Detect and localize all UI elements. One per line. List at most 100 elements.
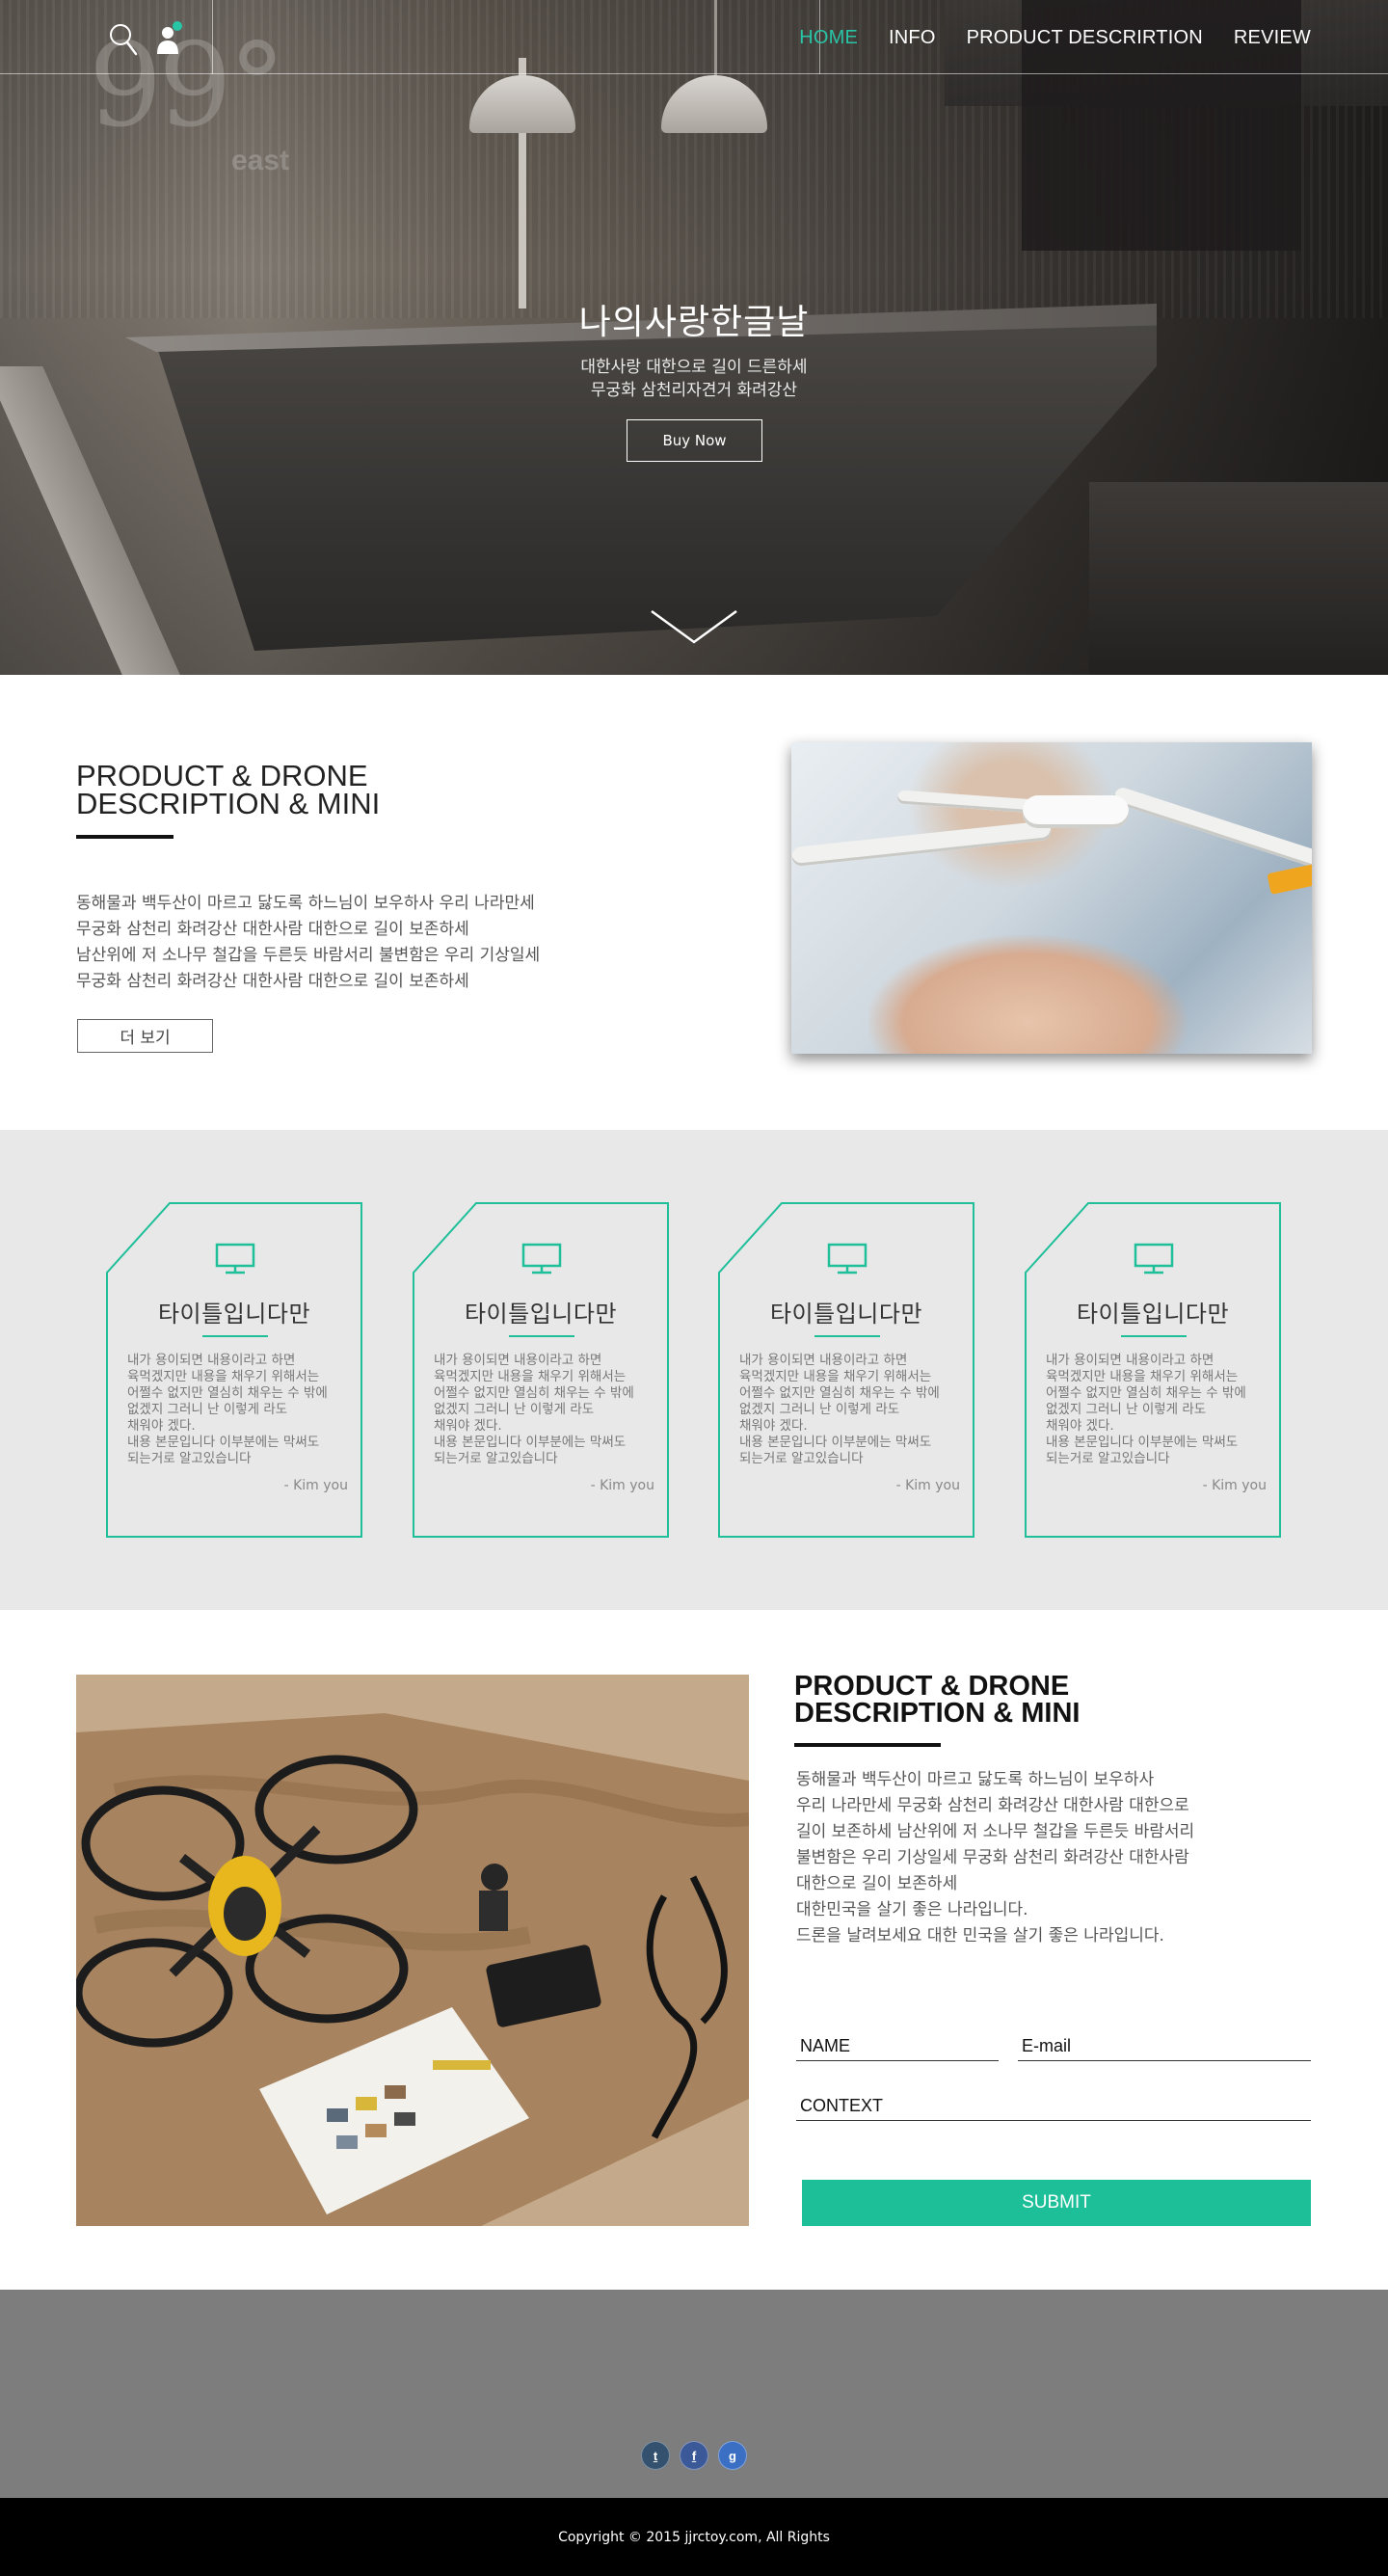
card-body-line: 되는거로 알고있습니다: [739, 1451, 864, 1466]
card-body-line: 되는거로 알고있습니다: [127, 1451, 252, 1466]
feature-card: 타이틀입니다만 내가 용이되면 내용이라고 하면 육먹겠지만 내용을 채우기 위…: [1025, 1202, 1281, 1538]
section2-title-rule: [794, 1743, 941, 1747]
hero-section: 99° east HOME INFO PRODUCT DESCRIRTION R…: [0, 0, 1388, 675]
section2-body-line: 불변함은 우리 기상일세 무궁화 삼천리 화려강산 대한사람: [796, 1848, 1189, 1867]
nav-review-link[interactable]: REVIEW: [1234, 27, 1311, 49]
section1-title: PRODUCT & DRONE DESCRIPTION & MINI: [76, 761, 380, 818]
hero-subtitle: 대한사랑 대한으로 길이 드른하세 무궁화 삼천리자견거 화려강산: [0, 356, 1388, 402]
facebook-icon[interactable]: f: [680, 2441, 708, 2470]
feature-card: 타이틀입니다만 내가 용이되면 내용이라고 하면 육먹겠지만 내용을 채우기 위…: [106, 1202, 362, 1538]
section2-body-line: 동해물과 백두산이 마르고 닳도록 하느님이 보우하사: [796, 1770, 1155, 1789]
monitor-icon: [521, 1243, 562, 1275]
card-body-line: 어쩔수 없지만 열심히 채우는 수 밖에: [434, 1385, 634, 1401]
context-field-label: CONTEXT: [800, 2096, 884, 2115]
section2-body-line: 대한민국을 살기 좋은 나라입니다.: [796, 1900, 1028, 1919]
nav-divider: [212, 0, 213, 74]
monitor-icon: [827, 1243, 868, 1275]
hero-text-block: 나의사랑한글날 대한사랑 대한으로 길이 드른하세 무궁화 삼천리자견거 화려강…: [0, 294, 1388, 402]
section1-body-line: 남산위에 저 소나무 철갑을 두른듯 바람서리 불변함은 우리 기상일세: [76, 946, 541, 965]
card-title-rule: [509, 1335, 574, 1337]
nav-info-link[interactable]: INFO: [889, 27, 936, 49]
card-body-line: 없겠지 그러니 난 이렇게 라도: [1046, 1402, 1207, 1417]
buy-now-button[interactable]: Buy Now: [627, 419, 762, 462]
drone-kit-illustration: [76, 1675, 749, 2226]
top-navigation: HOME INFO PRODUCT DESCRIRTION REVIEW: [0, 0, 1388, 74]
nav-product-description-link[interactable]: PRODUCT DESCRIRTION: [967, 27, 1203, 49]
card-author: - Kim you: [590, 1478, 654, 1493]
hero-subtitle-line: 대한사랑 대한으로 길이 드른하세: [580, 358, 808, 377]
more-button[interactable]: 더 보기: [77, 1019, 213, 1053]
section2-title: PRODUCT & DRONE DESCRIPTION & MINI: [794, 1673, 1081, 1729]
photo-drone-arm: [791, 819, 1053, 868]
section2-title-line: DESCRIPTION & MINI: [794, 1698, 1081, 1729]
tumblr-icon[interactable]: t: [641, 2441, 670, 2470]
nav-menu: HOME INFO PRODUCT DESCRIRTION REVIEW: [799, 27, 1311, 49]
card-body-line: 채워야 겠다.: [434, 1418, 502, 1434]
name-field-label: NAME: [800, 2036, 851, 2055]
photo-drone-arm: [1111, 785, 1312, 872]
card-body-line: 내가 용이되면 내용이라고 하면: [127, 1353, 296, 1368]
email-field-label: E-mail: [1022, 2036, 1072, 2055]
card-body-line: 어쩔수 없지만 열심히 채우는 수 밖에: [127, 1385, 328, 1401]
card-author: - Kim you: [895, 1478, 960, 1493]
section2-body-line: 길이 보존하세 남산위에 저 소나무 철갑을 두른듯 바람서리: [796, 1822, 1195, 1841]
card-body-line: 없겠지 그러니 난 이렇게 라도: [127, 1402, 288, 1417]
card-body-line: 어쩔수 없지만 열심히 채우는 수 밖에: [1046, 1385, 1246, 1401]
name-field[interactable]: NAME: [796, 2025, 999, 2061]
card-body-line: 내용 본문입니다 이부분에는 막써도: [1046, 1435, 1239, 1450]
section2-body: 동해물과 백두산이 마르고 닳도록 하느님이 보우하사 우리 나라만세 무궁화 …: [796, 1767, 1194, 1949]
card-body-line: 내용 본문입니다 이부분에는 막써도: [739, 1435, 932, 1450]
drone-hand-photo: [791, 742, 1312, 1054]
card-title: 타이틀입니다만: [769, 1301, 923, 1328]
hero-title: 나의사랑한글날: [578, 303, 810, 342]
card-body-line: 내가 용이되면 내용이라고 하면: [739, 1353, 908, 1368]
card-body-line: 어쩔수 없지만 열심히 채우는 수 밖에: [739, 1385, 940, 1401]
card-title-rule: [202, 1335, 268, 1337]
card-body-line: 없겠지 그러니 난 이렇게 라도: [739, 1402, 900, 1417]
hero-subtitle-line: 무궁화 삼천리자견거 화려강산: [590, 381, 798, 400]
card-body: 내가 용이되면 내용이라고 하면 육먹겠지만 내용을 채우기 위해서는 어쩔수 …: [127, 1353, 349, 1467]
card-body-line: 채워야 겠다.: [127, 1418, 196, 1434]
card-body-line: 채워야 겠다.: [739, 1418, 808, 1434]
card-body-line: 육먹겠지만 내용을 채우기 위해서는: [127, 1369, 320, 1384]
search-icon[interactable]: [106, 19, 139, 58]
photo-hand: [868, 935, 1187, 1054]
card-body-line: 내가 용이되면 내용이라고 하면: [434, 1353, 602, 1368]
card-title-rule: [1121, 1335, 1187, 1337]
nav-home-link[interactable]: HOME: [799, 27, 858, 49]
copyright-text: Copyright © 2015 jjrctoy.com, All Rights: [558, 2530, 830, 2545]
hero-counter-leg: [0, 366, 189, 675]
card-title: 타이틀입니다만: [1076, 1301, 1230, 1328]
photo-drone-propeller: [1267, 862, 1312, 895]
submit-button[interactable]: SUBMIT: [802, 2180, 1311, 2226]
card-body: 내가 용이되면 내용이라고 하면 육먹겠지만 내용을 채우기 위해서는 어쩔수 …: [739, 1353, 961, 1467]
card-body: 내가 용이되면 내용이라고 하면 육먹겠지만 내용을 채우기 위해서는 어쩔수 …: [434, 1353, 655, 1467]
card-body-line: 되는거로 알고있습니다: [1046, 1451, 1170, 1466]
user-icon[interactable]: [154, 19, 183, 58]
email-field[interactable]: E-mail: [1018, 2025, 1311, 2061]
drone-kit-photo: [76, 1675, 749, 2226]
card-author: - Kim you: [283, 1478, 348, 1493]
section2-body-line: 드론을 날려보세요 대한 민국을 살기 좋은 나라입니다.: [796, 1926, 1164, 1945]
card-body-line: 육먹겠지만 내용을 채우기 위해서는: [739, 1369, 932, 1384]
card-body-line: 되는거로 알고있습니다: [434, 1451, 558, 1466]
card-body-line: 내가 용이되면 내용이라고 하면: [1046, 1353, 1214, 1368]
card-title: 타이틀입니다만: [464, 1301, 618, 1328]
context-field[interactable]: CONTEXT: [796, 2084, 1311, 2121]
card-body-line: 내용 본문입니다 이부분에는 막써도: [434, 1435, 627, 1450]
card-body: 내가 용이되면 내용이라고 하면 육먹겠지만 내용을 채우기 위해서는 어쩔수 …: [1046, 1353, 1268, 1467]
hero-floor: [1089, 482, 1388, 675]
chevron-down-icon[interactable]: [650, 609, 738, 646]
card-body-line: 내용 본문입니다 이부분에는 막써도: [127, 1435, 320, 1450]
feature-card: 타이틀입니다만 내가 용이되면 내용이라고 하면 육먹겠지만 내용을 채우기 위…: [413, 1202, 669, 1538]
monitor-icon: [215, 1243, 255, 1275]
section1-body: 동해물과 백두산이 마르고 닳도록 하느님이 보우하사 우리 나라만세 무궁화 …: [76, 891, 540, 995]
section2-body-line: 우리 나라만세 무궁화 삼천리 화려강산 대한사람 대한으로: [796, 1796, 1189, 1815]
card-body-line: 채워야 겠다.: [1046, 1418, 1114, 1434]
google-plus-icon[interactable]: g: [718, 2441, 747, 2470]
section1-body-line: 무궁화 삼천리 화려강산 대한사람 대한으로 길이 보존하세: [76, 972, 469, 991]
section2-body-line: 대한으로 길이 보존하세: [796, 1874, 958, 1893]
card-body-line: 없겠지 그러니 난 이렇게 라도: [434, 1402, 595, 1417]
card-author: - Kim you: [1202, 1478, 1267, 1493]
card-title: 타이틀입니다만: [157, 1301, 311, 1328]
